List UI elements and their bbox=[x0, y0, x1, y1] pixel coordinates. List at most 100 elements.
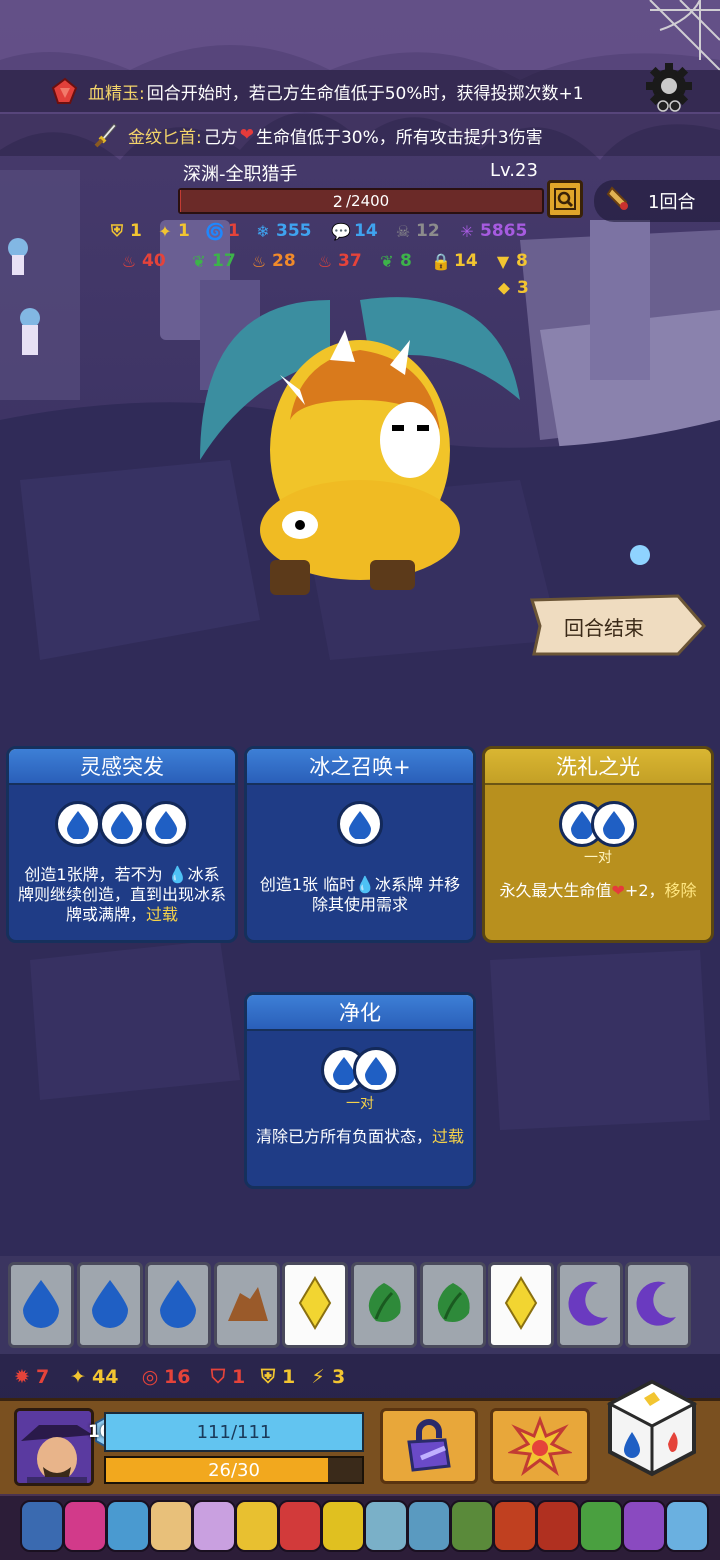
roll-dice-button[interactable] bbox=[604, 1378, 700, 1478]
die-water-drop[interactable] bbox=[8, 1262, 74, 1348]
die-leaf[interactable] bbox=[351, 1262, 417, 1348]
relic-slot[interactable] bbox=[20, 1500, 64, 1552]
end-turn-button[interactable]: 回合结束 bbox=[528, 594, 708, 658]
die-water-drop[interactable] bbox=[76, 1262, 143, 1348]
relic-name: 血精玉: bbox=[88, 83, 145, 104]
card-ice-summon[interactable]: 冰之召唤+ 创造1张 临时💧冰系牌 并移除其使用需求 bbox=[244, 746, 476, 943]
speech-icon: 💬 bbox=[331, 221, 351, 241]
enemy-status-flame[interactable]: ♨ 28 bbox=[248, 249, 296, 273]
player-status-shield-strike[interactable]: ⛉ 1 bbox=[206, 1364, 245, 1390]
enemy-status-shield[interactable]: ⛨ 1 bbox=[106, 219, 142, 243]
card-text: +2， bbox=[624, 881, 665, 900]
status-value: 14 bbox=[354, 221, 378, 241]
relic-slot[interactable] bbox=[665, 1500, 709, 1552]
skull-icon: ☠ bbox=[395, 221, 411, 241]
card-description: 清除已方所有负面状态，过载 bbox=[247, 1127, 473, 1147]
die-moon[interactable] bbox=[556, 1262, 623, 1348]
die-moon[interactable] bbox=[625, 1262, 692, 1348]
reroll-burst-button[interactable] bbox=[490, 1408, 590, 1484]
player-hp-text: 111/111 bbox=[196, 1421, 272, 1443]
moon-icon bbox=[636, 1279, 680, 1331]
enemy-status-speech[interactable]: 💬 14 bbox=[330, 219, 378, 243]
relic-slot[interactable] bbox=[235, 1500, 279, 1552]
die-diamond[interactable] bbox=[488, 1262, 555, 1348]
card-text: 清除已方所有负面状态， bbox=[255, 1127, 432, 1146]
card-cost-triple bbox=[9, 801, 235, 847]
card-purify[interactable]: 净化 一对 清除已方所有负面状态，过载 bbox=[244, 992, 476, 1189]
end-turn-label: 回合结束 bbox=[564, 616, 644, 640]
water-drop-icon bbox=[353, 1047, 399, 1093]
lock-dice-button[interactable] bbox=[380, 1408, 478, 1484]
lock-icon bbox=[407, 1419, 451, 1472]
status-value: 5865 bbox=[480, 221, 528, 241]
status-value: 40 bbox=[142, 251, 166, 271]
player-status-lightning[interactable]: ⚡ 3 bbox=[306, 1364, 345, 1390]
spark-icon: ✦ bbox=[158, 221, 172, 241]
enemy-status-leaf[interactable]: ❦ 17 bbox=[188, 249, 235, 273]
status-value: 7 bbox=[36, 1366, 50, 1388]
moon-icon bbox=[568, 1279, 612, 1331]
status-value: 1 bbox=[228, 221, 240, 241]
enemy-status-lock[interactable]: 🔒 14 bbox=[430, 249, 478, 273]
card-description: 永久最大生命值❤+2，移除 bbox=[485, 881, 711, 901]
blood-jade-icon bbox=[48, 74, 82, 108]
card-baptism-light[interactable]: 洗礼之光 一对 永久最大生命值❤+2，移除 bbox=[482, 746, 714, 943]
relic-slot[interactable] bbox=[407, 1500, 451, 1552]
relic-slot[interactable] bbox=[579, 1500, 623, 1552]
relic-slot[interactable] bbox=[536, 1500, 580, 1552]
hunter-portrait bbox=[17, 1411, 91, 1483]
enemy-status-burn[interactable]: ♨ 37 bbox=[314, 249, 362, 273]
status-value: 1 bbox=[232, 1366, 246, 1388]
gear-burst-icon: ✹ bbox=[14, 1366, 30, 1388]
player-status-gear-burst[interactable]: ✹ 7 bbox=[10, 1364, 49, 1390]
relic-slot[interactable] bbox=[278, 1500, 322, 1552]
status-value: 16 bbox=[164, 1366, 191, 1388]
card-inspiration-burst[interactable]: 灵感突发 创造1张牌，若不为 💧冰系牌则继续创造，直到出现冰系牌或满牌，过载 bbox=[6, 746, 238, 943]
player-status-target[interactable]: ◎ 16 bbox=[138, 1364, 191, 1390]
leaf-icon bbox=[431, 1279, 475, 1331]
diamond-icon bbox=[298, 1276, 332, 1334]
relic-slot[interactable] bbox=[192, 1500, 236, 1552]
water-drop-icon bbox=[55, 801, 101, 847]
enemy-status-purple-star[interactable]: ✳ 5865 bbox=[456, 219, 527, 243]
die-water-drop[interactable] bbox=[145, 1262, 212, 1348]
enemy-status-snowflake[interactable]: ❄ 355 bbox=[252, 219, 311, 243]
relic-slot[interactable] bbox=[321, 1500, 365, 1552]
relic-slot[interactable] bbox=[364, 1500, 408, 1552]
enemy-status-fire[interactable]: ♨ 40 bbox=[118, 249, 166, 273]
relic-slot[interactable] bbox=[622, 1500, 666, 1552]
die-leaf[interactable] bbox=[419, 1262, 486, 1348]
enemy-intel-button[interactable] bbox=[547, 180, 583, 218]
relic-slot[interactable] bbox=[149, 1500, 193, 1552]
player-hp-bar: 111/111 bbox=[104, 1412, 364, 1452]
enemy-status-swirl[interactable]: 🌀 1 bbox=[204, 219, 240, 243]
card-text: 永久最大生命值 bbox=[499, 881, 612, 900]
enemy-status-triangle[interactable]: ▼ 8 bbox=[492, 249, 528, 273]
die-earth[interactable] bbox=[213, 1262, 280, 1348]
burn-icon: ♨ bbox=[317, 251, 333, 271]
enemy-status-skull[interactable]: ☠ 12 bbox=[392, 219, 440, 243]
flame-icon: ♨ bbox=[251, 251, 267, 271]
relic-slot[interactable] bbox=[106, 1500, 150, 1552]
relic-slot[interactable] bbox=[450, 1500, 494, 1552]
relic-slot[interactable] bbox=[63, 1500, 107, 1552]
status-value: 3 bbox=[332, 1366, 346, 1388]
relic-slot[interactable] bbox=[493, 1500, 537, 1552]
purple-star-icon: ✳ bbox=[460, 221, 474, 241]
card-keyword: 移除 bbox=[664, 881, 697, 900]
enemy-status-poison[interactable]: ❦ 8 bbox=[376, 249, 412, 273]
status-value: 12 bbox=[416, 221, 440, 241]
water-drop-icon bbox=[90, 1278, 130, 1332]
settings-gear-button[interactable] bbox=[640, 62, 698, 114]
player-avatar[interactable] bbox=[14, 1408, 94, 1486]
enemy-hp-bar: 2 /2400 bbox=[178, 188, 544, 214]
earth-icon bbox=[224, 1283, 270, 1327]
water-drop-icon bbox=[143, 801, 189, 847]
card-title: 灵感突发 bbox=[9, 749, 235, 785]
card-text: 创造1张牌，若不为 bbox=[24, 865, 163, 884]
relic-desc: 回合开始时，若己方生命值低于50%时，获得投掷次数+1 bbox=[146, 83, 584, 104]
enemy-status-spark[interactable]: ✦ 1 bbox=[154, 219, 190, 243]
die-diamond[interactable] bbox=[282, 1262, 349, 1348]
player-status-shield[interactable]: ⛨ 1 bbox=[256, 1364, 295, 1390]
player-status-spark[interactable]: ✦ 44 bbox=[66, 1364, 118, 1390]
